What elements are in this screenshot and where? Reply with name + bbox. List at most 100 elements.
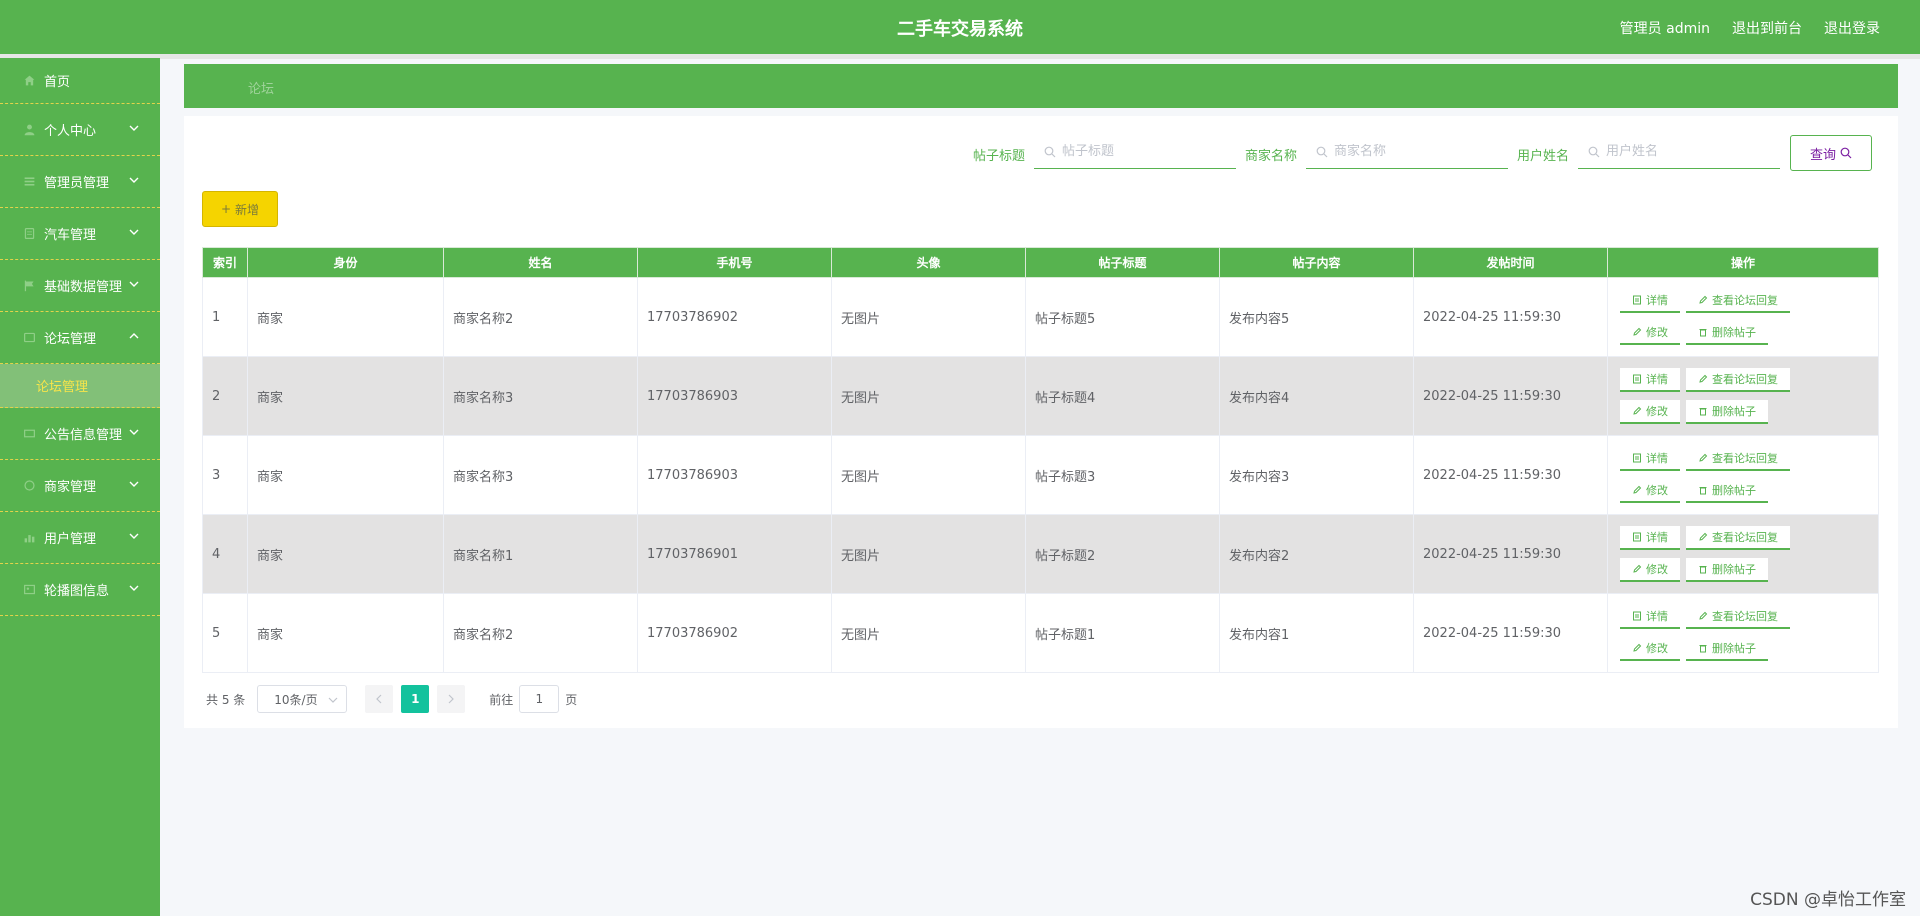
table-cell: 帖子标题5	[1025, 277, 1220, 357]
list-icon	[22, 175, 36, 189]
user-name-field[interactable]	[1578, 135, 1780, 169]
view-reply-button[interactable]: 查看论坛回复	[1686, 289, 1790, 313]
goto-suffix: 页	[565, 692, 578, 707]
column-header: 索引	[202, 247, 248, 278]
sidebar-item-notice[interactable]: 公告信息管理	[0, 408, 160, 460]
edit-button[interactable]: 修改	[1620, 479, 1680, 503]
merchant-name-field[interactable]	[1306, 135, 1508, 169]
delete-post-button-label: 删除帖子	[1712, 642, 1756, 655]
edit-button[interactable]: 修改	[1620, 558, 1680, 582]
table-cell: 商家	[247, 514, 444, 594]
car-icon	[22, 227, 36, 241]
view-reply-button[interactable]: 查看论坛回复	[1686, 447, 1790, 471]
search-icon	[1044, 146, 1056, 157]
table-cell: 17703786901	[637, 514, 832, 594]
prev-page-button[interactable]	[365, 685, 394, 713]
column-header: 帖子标题	[1025, 247, 1220, 278]
flag-icon	[22, 279, 36, 293]
edit-icon	[1699, 532, 1708, 541]
sidebar-item-label: 用户管理	[44, 532, 97, 547]
column-header: 姓名	[443, 247, 638, 278]
sidebar-item-cars[interactable]: 汽车管理	[0, 208, 160, 260]
logout-link[interactable]: 退出登录	[1824, 18, 1880, 38]
table-cell: 3	[202, 435, 248, 515]
sidebar-item-carousel[interactable]: 轮播图信息	[0, 564, 160, 616]
table-cell: 5	[202, 593, 248, 673]
admin-user-label: 管理员 admin	[1619, 21, 1710, 37]
view-reply-button-label: 查看论坛回复	[1712, 373, 1778, 386]
sidebar-item-users[interactable]: 用户管理	[0, 512, 160, 564]
goto-page-input[interactable]: 1	[519, 685, 560, 713]
sidebar-subitem-forum-manage[interactable]: 论坛管理	[0, 364, 160, 408]
sidebar-item-base-data[interactable]: 基础数据管理	[0, 260, 160, 312]
edit-button-label: 修改	[1646, 484, 1668, 497]
delete-icon	[1699, 566, 1707, 574]
main-panel: 帖子标题 商家名称 用户姓名 查询 + 新增 索引 身份 姓名 手机号	[184, 116, 1898, 728]
search-icon	[1588, 146, 1600, 157]
delete-post-button[interactable]: 删除帖子	[1686, 558, 1768, 582]
chevron-down-icon	[328, 697, 338, 703]
detail-button[interactable]: 详情	[1620, 526, 1680, 550]
page-number-current[interactable]: 1	[401, 685, 430, 713]
table-cell: 帖子标题2	[1025, 514, 1220, 594]
sidebar-item-profile[interactable]: 个人中心	[0, 104, 160, 156]
edit-button-label: 修改	[1646, 326, 1668, 339]
goto-page: 前往 1 页	[489, 685, 577, 713]
post-title-field[interactable]	[1034, 135, 1236, 169]
delete-post-button[interactable]: 删除帖子	[1686, 637, 1768, 661]
edit-icon	[1699, 374, 1708, 383]
sidebar-item-admin[interactable]: 管理员管理	[0, 156, 160, 208]
breadcrumb[interactable]: 论坛	[248, 78, 274, 97]
document-icon	[1633, 453, 1641, 463]
detail-button[interactable]: 详情	[1620, 289, 1680, 313]
sidebar-item-merchant[interactable]: 商家管理	[0, 460, 160, 512]
table-cell: 2022-04-25 11:59:30	[1413, 593, 1608, 673]
table-cell: 发布内容5	[1219, 277, 1414, 357]
sidebar-item-home[interactable]: 首页	[0, 58, 160, 104]
delete-post-button[interactable]: 删除帖子	[1686, 321, 1768, 345]
row-actions: 详情 查看论坛回复 修改 删除帖子	[1607, 514, 1879, 594]
view-reply-button[interactable]: 查看论坛回复	[1686, 526, 1790, 550]
delete-post-button-label: 删除帖子	[1712, 405, 1756, 418]
table-cell: 帖子标题1	[1025, 593, 1220, 673]
exit-to-front-link[interactable]: 退出到前台	[1732, 18, 1802, 38]
table-cell: 帖子标题4	[1025, 356, 1220, 436]
detail-button-label: 详情	[1646, 294, 1668, 307]
pagination: 共 5 条 10条/页 1 前往 1 页	[206, 685, 577, 713]
document-icon	[1633, 295, 1641, 305]
image-icon	[22, 583, 36, 597]
sidebar-item-forum[interactable]: 论坛管理	[0, 312, 160, 364]
detail-button[interactable]: 详情	[1620, 605, 1680, 629]
edit-icon	[1699, 611, 1708, 620]
edit-button[interactable]: 修改	[1620, 400, 1680, 424]
row-actions: 详情 查看论坛回复修改 删除帖子	[1607, 356, 1879, 436]
edit-button[interactable]: 修改	[1620, 321, 1680, 345]
next-page-button[interactable]	[437, 685, 466, 713]
chevron-right-icon	[448, 694, 455, 704]
table-cell: 2022-04-25 11:59:30	[1413, 435, 1608, 515]
edit-button[interactable]: 修改	[1620, 637, 1680, 661]
query-button[interactable]: 查询	[1790, 135, 1872, 171]
sidebar: 首页 个人中心 管理员管理 汽车管理 基础数据管理 论坛管理 论坛管理 公告信息…	[0, 58, 160, 916]
table-cell: 商家名称3	[443, 356, 638, 436]
plus-icon: +	[220, 202, 232, 216]
detail-button[interactable]: 详情	[1620, 368, 1680, 392]
detail-button-label: 详情	[1646, 452, 1668, 465]
page-size-select[interactable]: 10条/页	[257, 685, 348, 713]
delete-post-button[interactable]: 删除帖子	[1686, 400, 1768, 424]
delete-post-button[interactable]: 删除帖子	[1686, 479, 1768, 503]
column-header: 手机号	[637, 247, 832, 278]
view-reply-button[interactable]: 查看论坛回复	[1686, 368, 1790, 392]
detail-button[interactable]: 详情	[1620, 447, 1680, 471]
forum-icon	[22, 331, 36, 345]
user-name-input[interactable]	[1606, 144, 1766, 159]
delete-post-button-label: 删除帖子	[1712, 326, 1756, 339]
page-size-value: 10条/页	[274, 692, 318, 707]
detail-button-label: 详情	[1646, 610, 1668, 623]
post-title-input[interactable]	[1062, 144, 1222, 159]
merchant-name-input[interactable]	[1334, 144, 1494, 159]
table-cell: 2022-04-25 11:59:30	[1413, 356, 1608, 436]
column-header: 头像	[831, 247, 1026, 278]
add-button[interactable]: + 新增	[202, 191, 278, 227]
view-reply-button[interactable]: 查看论坛回复	[1686, 605, 1790, 629]
